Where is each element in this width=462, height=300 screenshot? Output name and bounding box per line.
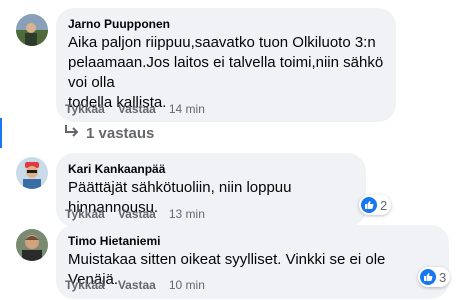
- reply-button[interactable]: Vastaa: [118, 206, 156, 222]
- comment-actions: Tykkää Vastaa 14 min: [65, 101, 205, 117]
- reaction-count: 3: [439, 269, 447, 285]
- comment-author[interactable]: Jarno Puupponen: [68, 16, 384, 32]
- like-button[interactable]: Tykkää: [65, 206, 105, 222]
- thread-indicator: [0, 118, 2, 148]
- thumbs-up-icon: [361, 197, 377, 213]
- avatar[interactable]: [16, 229, 48, 261]
- comment-actions: Tykkää Vastaa 13 min: [65, 206, 205, 222]
- thumbs-up-icon: [420, 269, 436, 285]
- like-button[interactable]: Tykkää: [65, 101, 105, 117]
- comment-author[interactable]: Kari Kankaanpää: [68, 161, 354, 177]
- comment-timestamp[interactable]: 14 min: [169, 101, 205, 117]
- comment-timestamp[interactable]: 10 min: [169, 277, 205, 293]
- comment-timestamp[interactable]: 13 min: [169, 206, 205, 222]
- comment-thread: Jarno Puupponen Aika paljon riippuu,saav…: [0, 0, 462, 300]
- reaction-badge[interactable]: 2: [359, 195, 392, 215]
- like-button[interactable]: Tykkää: [65, 277, 105, 293]
- comment-actions: Tykkää Vastaa 10 min: [65, 277, 205, 293]
- reply-button[interactable]: Vastaa: [118, 101, 156, 117]
- reaction-badge[interactable]: 3: [418, 267, 451, 287]
- avatar[interactable]: [16, 14, 48, 46]
- replies-count-label: 1 vastaus: [86, 124, 155, 142]
- reaction-count: 2: [380, 197, 388, 213]
- reply-arrow-icon: [64, 124, 80, 142]
- comment-author[interactable]: Timo Hietaniemi: [68, 233, 437, 249]
- reply-button[interactable]: Vastaa: [118, 277, 156, 293]
- avatar[interactable]: [16, 157, 48, 189]
- view-replies-link[interactable]: 1 vastaus: [64, 124, 154, 142]
